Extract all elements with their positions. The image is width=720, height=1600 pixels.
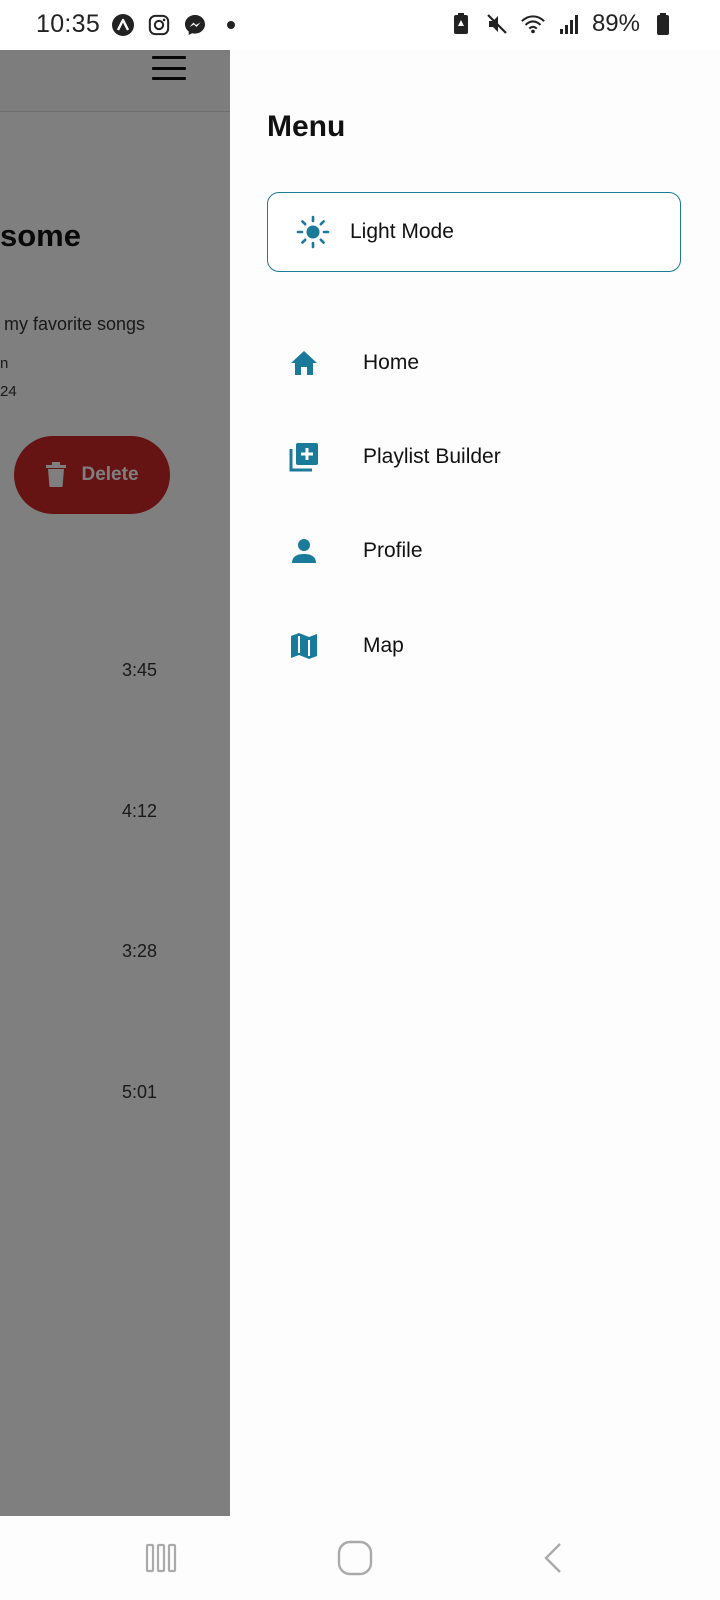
status-bar: 10:35 89% <box>0 0 720 50</box>
instagram-icon <box>146 12 172 38</box>
nav-label-home: Home <box>363 351 420 374</box>
system-nav-bar <box>0 1516 720 1600</box>
dot-icon <box>218 12 244 38</box>
back-button[interactable] <box>528 1536 578 1580</box>
home-icon <box>287 346 321 380</box>
battery-saver-icon <box>448 11 474 37</box>
recents-icon <box>145 1543 177 1573</box>
person-icon <box>287 534 321 568</box>
back-icon <box>544 1543 561 1573</box>
navigation-drawer: Menu Light Mode Home Playlist Builder Pr… <box>230 50 720 1516</box>
battery-percent: 89% <box>591 10 640 37</box>
messenger-icon <box>182 12 208 38</box>
nav-label-profile: Profile <box>363 539 423 562</box>
battery-icon <box>650 11 676 37</box>
recents-button[interactable] <box>136 1536 186 1580</box>
light-mode-label: Light Mode <box>350 220 454 243</box>
home-button[interactable] <box>330 1536 380 1580</box>
status-left: 10:35 <box>36 10 244 39</box>
drawer-scrim[interactable] <box>0 50 230 1516</box>
nav-item-playlist-builder[interactable]: Playlist Builder <box>267 422 681 492</box>
mute-icon <box>484 11 510 37</box>
status-right: 89% <box>448 10 676 38</box>
nav-label-map: Map <box>363 634 404 657</box>
wifi-icon <box>520 11 546 37</box>
playlist-add-icon <box>287 440 321 474</box>
signal-icon <box>556 11 582 37</box>
home-circle-icon <box>337 1540 373 1576</box>
nav-item-home[interactable]: Home <box>267 328 681 398</box>
nav-item-map[interactable]: Map <box>267 611 681 681</box>
nav-label-playlist-builder: Playlist Builder <box>363 445 501 468</box>
nav-item-profile[interactable]: Profile <box>267 516 681 586</box>
menu-title: Menu <box>267 110 346 143</box>
status-time: 10:35 <box>36 10 101 38</box>
light-mode-toggle[interactable]: Light Mode <box>267 192 681 272</box>
app-a-icon <box>110 12 136 38</box>
map-icon <box>287 629 321 663</box>
sun-icon <box>296 215 330 249</box>
